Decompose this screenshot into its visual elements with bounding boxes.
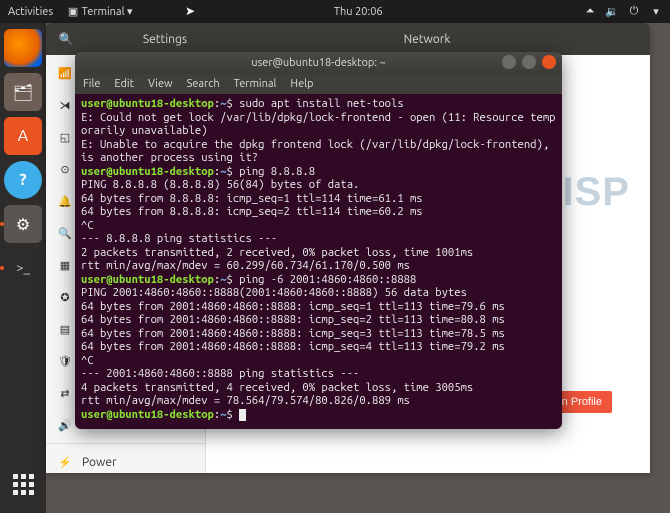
terminal-line: user@ubuntu18-desktop:~$ ping -6 2001:48… [81, 273, 556, 287]
terminal-line: 4 packets transmitted, 4 received, 0% pa… [81, 381, 556, 395]
terminal-line: 2 packets transmitted, 2 received, 0% pa… [81, 246, 556, 260]
dock: 🗂 A ? ⚙ >_ [0, 23, 46, 513]
sidebar-item-icon: 🔍 [58, 226, 72, 240]
chevron-down-icon: ▾ [650, 6, 662, 18]
app-menu[interactable]: ▣ Terminal ▾ [67, 5, 132, 18]
menu-file[interactable]: File [83, 78, 100, 90]
sidebar-item-icon: 🔔 [58, 194, 72, 208]
settings-search-button[interactable]: 🔍 [46, 32, 86, 46]
sidebar-item-icon: ⊙ [58, 162, 72, 176]
terminal-line: 64 bytes from 8.8.8.8: icmp_seq=2 ttl=11… [81, 205, 556, 219]
sidebar-item-icon: 🔊 [58, 418, 72, 432]
terminal-line: 64 bytes from 2001:4860:4860::8888: icmp… [81, 313, 556, 327]
terminal-line: user@ubuntu18-desktop:~$ ping 8.8.8.8 [81, 165, 556, 179]
menu-help[interactable]: Help [290, 78, 313, 90]
menu-view[interactable]: View [148, 78, 173, 90]
sidebar-item-label: Power [82, 456, 117, 469]
terminal-title: user@ubuntu18-desktop: ~ [251, 57, 386, 69]
dock-help[interactable]: ? [4, 161, 42, 199]
terminal-line: ^C [81, 219, 556, 233]
sidebar-item-icon: ▤ [58, 322, 72, 336]
terminal-line: ^C [81, 354, 556, 368]
terminal-line: user@ubuntu18-desktop:~$ sudo apt instal… [81, 97, 556, 111]
settings-headerbar: 🔍 Settings Network [46, 23, 650, 55]
dock-files[interactable]: 🗂 [4, 73, 42, 111]
show-applications-button[interactable] [4, 465, 42, 503]
terminal-line: --- 8.8.8.8 ping statistics --- [81, 232, 556, 246]
terminal-icon: >_ [16, 261, 30, 275]
terminal-line: 64 bytes from 2001:4860:4860::8888: icmp… [81, 327, 556, 341]
terminal-line: E: Could not get lock /var/lib/dpkg/lock… [81, 111, 556, 138]
terminal-line: user@ubuntu18-desktop:~$ [81, 408, 556, 422]
dock-software[interactable]: A [4, 117, 42, 155]
terminal-cursor [239, 409, 246, 421]
settings-title: Settings [86, 33, 244, 46]
terminal-line: PING 8.8.8.8 (8.8.8.8) 56(84) bytes of d… [81, 178, 556, 192]
activities-button[interactable]: Activities [8, 6, 53, 18]
sidebar-item-icon: ◱ [58, 130, 72, 144]
sidebar-item-icon: ▦ [58, 258, 72, 272]
window-maximize-button[interactable] [522, 55, 536, 69]
system-status-area[interactable]: ⏶ 🔉 ⏻ ▾ [584, 6, 662, 18]
volume-icon: 🔉 [606, 6, 618, 18]
sidebar-item-icon: ⧕ [58, 98, 72, 112]
terminal-body[interactable]: user@ubuntu18-desktop:~$ sudo apt instal… [75, 94, 562, 429]
power-icon: ⏻ [628, 6, 640, 18]
menu-terminal[interactable]: Terminal [234, 78, 277, 90]
terminal-icon: ▣ [67, 6, 79, 18]
clock[interactable]: Thu 20:06 [133, 6, 584, 18]
terminal-line: rtt min/avg/max/mdev = 78.564/79.574/80.… [81, 394, 556, 408]
sidebar-item-icon: ⇄ [58, 386, 72, 400]
sidebar-item-icon: 🛡 [58, 354, 72, 368]
terminal-line: PING 2001:4860:4860::8888(2001:4860:4860… [81, 286, 556, 300]
window-close-button[interactable] [542, 55, 556, 69]
terminal-titlebar[interactable]: user@ubuntu18-desktop: ~ [75, 52, 562, 74]
top-bar: Activities ▣ Terminal ▾ Thu 20:06 ⏶ 🔉 ⏻ … [0, 0, 670, 23]
sidebar-item-power[interactable]: ⚡ Power [46, 446, 205, 473]
network-icon: ⏶ [584, 6, 596, 18]
dock-terminal[interactable]: >_ [4, 249, 42, 287]
sidebar-item-icon: ✪ [58, 290, 72, 304]
dock-firefox[interactable] [4, 29, 42, 67]
sidebar-separator [46, 443, 205, 444]
sidebar-item-icon: ⚡ [58, 455, 72, 469]
terminal-line: 64 bytes from 2001:4860:4860::8888: icmp… [81, 300, 556, 314]
gear-icon: ⚙ [16, 215, 30, 234]
terminal-line: 64 bytes from 2001:4860:4860::8888: icmp… [81, 340, 556, 354]
window-minimize-button[interactable] [502, 55, 516, 69]
terminal-line: E: Unable to acquire the dpkg frontend l… [81, 138, 556, 165]
sidebar-item-icon: 📶 [58, 66, 72, 80]
apps-grid-icon [13, 474, 34, 495]
terminal-line: 64 bytes from 8.8.8.8: icmp_seq=1 ttl=11… [81, 192, 556, 206]
dock-settings[interactable]: ⚙ [4, 205, 42, 243]
settings-panel-title: Network [244, 33, 610, 46]
folder-icon: 🗂 [13, 83, 33, 102]
help-icon: ? [19, 171, 26, 189]
terminal-line: --- 2001:4860:4860::8888 ping statistics… [81, 367, 556, 381]
shopping-bag-icon: A [18, 127, 28, 145]
terminal-menubar: File Edit View Search Terminal Help [75, 74, 562, 94]
terminal-line: rtt min/avg/max/mdev = 60.299/60.734/61.… [81, 259, 556, 273]
search-icon: 🔍 [59, 32, 74, 46]
menu-edit[interactable]: Edit [114, 78, 134, 90]
app-menu-label: Terminal ▾ [82, 6, 133, 18]
menu-search[interactable]: Search [187, 78, 220, 90]
terminal-window: user@ubuntu18-desktop: ~ File Edit View Sea… [75, 52, 562, 429]
